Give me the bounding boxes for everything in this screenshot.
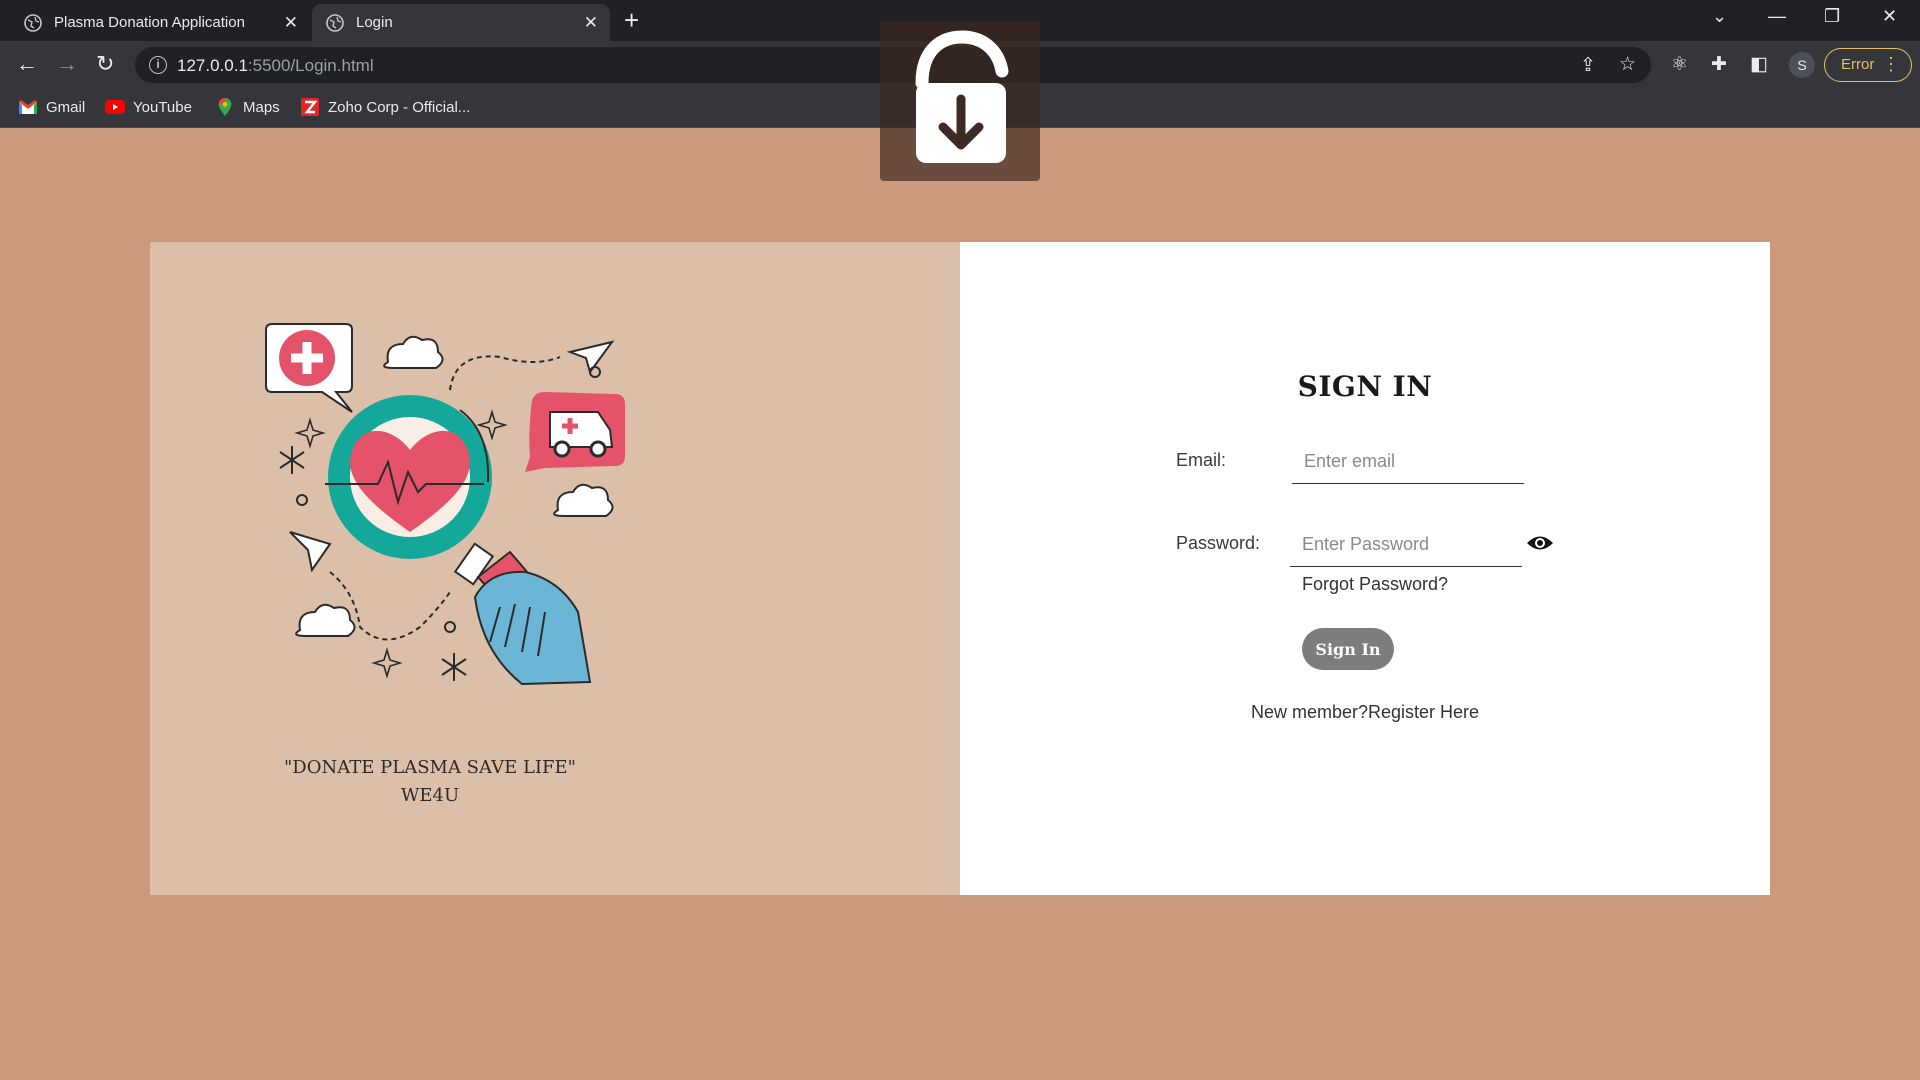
register-link[interactable]: New member?Register Here xyxy=(960,702,1770,723)
tagline-line-1: "DONATE PLASMA SAVE LIFE" xyxy=(284,757,576,778)
tab-search-icon[interactable]: ⌄ xyxy=(1712,6,1727,27)
hero-panel: "DONATE PLASMA SAVE LIFE" WE4U xyxy=(150,242,960,895)
download-overlay xyxy=(880,21,1040,181)
plasma-donation-illustration xyxy=(265,323,625,686)
sign-in-button[interactable]: Sign In xyxy=(1302,628,1394,670)
maps-icon xyxy=(218,98,232,116)
forgot-password-link[interactable]: Forgot Password? xyxy=(1302,574,1448,595)
tagline-line-2: WE4U xyxy=(400,785,460,806)
error-button[interactable]: Error ⋮ xyxy=(1824,48,1912,82)
side-panel-icon[interactable]: ◧ xyxy=(1750,53,1768,77)
url-host: 127.0.0.1 xyxy=(177,56,248,75)
password-label: Password: xyxy=(1176,533,1261,553)
window-close-button[interactable]: ✕ xyxy=(1882,6,1897,27)
tab-title: Login xyxy=(356,14,393,31)
email-field[interactable] xyxy=(1292,440,1524,484)
url-text[interactable]: 127.0.0.1:5500/Login.html xyxy=(177,56,374,76)
bookmark-youtube[interactable]: YouTube xyxy=(105,98,192,116)
close-icon[interactable]: ✕ xyxy=(284,13,298,33)
bookmark-zoho[interactable]: Zoho Corp - Official... xyxy=(300,98,470,116)
forward-button[interactable]: → xyxy=(56,52,78,76)
globe-icon xyxy=(24,13,42,32)
zoho-icon xyxy=(301,98,319,116)
react-devtools-icon[interactable]: ⚛ xyxy=(1671,53,1688,77)
minimize-button[interactable]: — xyxy=(1768,6,1786,27)
eye-icon[interactable] xyxy=(1526,534,1554,552)
login-card: "DONATE PLASMA SAVE LIFE" WE4U SIGN IN E… xyxy=(150,242,1770,895)
email-label: Email: xyxy=(1176,450,1227,470)
page-title: SIGN IN xyxy=(1297,370,1433,403)
new-tab-button[interactable]: + xyxy=(624,7,639,33)
bookmark-label: Maps xyxy=(243,98,280,116)
restore-button[interactable]: ❐ xyxy=(1824,6,1840,27)
profile-avatar[interactable]: S xyxy=(1789,52,1815,78)
login-panel: SIGN IN Email: Password: Forgot Password… xyxy=(960,242,1770,895)
tab-title: Plasma Donation Application xyxy=(54,14,245,31)
globe-icon xyxy=(326,13,344,32)
share-icon[interactable]: ⇪ xyxy=(1580,54,1596,78)
tab-login[interactable]: Login ✕ xyxy=(312,4,610,41)
error-label: Error xyxy=(1841,56,1875,73)
back-button[interactable]: ← xyxy=(16,52,38,76)
bookmark-label: Gmail xyxy=(46,98,86,116)
reload-button[interactable]: ↻ xyxy=(96,52,114,76)
tagline: "DONATE PLASMA SAVE LIFE" WE4U xyxy=(270,754,590,810)
youtube-icon xyxy=(105,100,125,114)
bookmark-gmail[interactable]: Gmail xyxy=(18,98,85,116)
unlock-download-icon xyxy=(915,30,1009,163)
bookmark-label: Zoho Corp - Official... xyxy=(328,98,471,116)
more-menu-icon: ⋮ xyxy=(1882,54,1900,74)
gmail-icon xyxy=(19,100,37,114)
bookmark-maps[interactable]: Maps xyxy=(215,98,280,116)
close-icon[interactable]: ✕ xyxy=(584,13,598,33)
bookmark-label: YouTube xyxy=(133,98,192,116)
star-icon[interactable]: ☆ xyxy=(1619,53,1636,77)
url-path: :5500/Login.html xyxy=(247,56,374,75)
extensions-icon[interactable]: ✚ xyxy=(1711,53,1727,77)
site-info-icon[interactable]: i xyxy=(149,56,167,74)
password-field[interactable] xyxy=(1290,523,1522,567)
tab-plasma-donation[interactable]: Plasma Donation Application ✕ xyxy=(10,4,310,41)
